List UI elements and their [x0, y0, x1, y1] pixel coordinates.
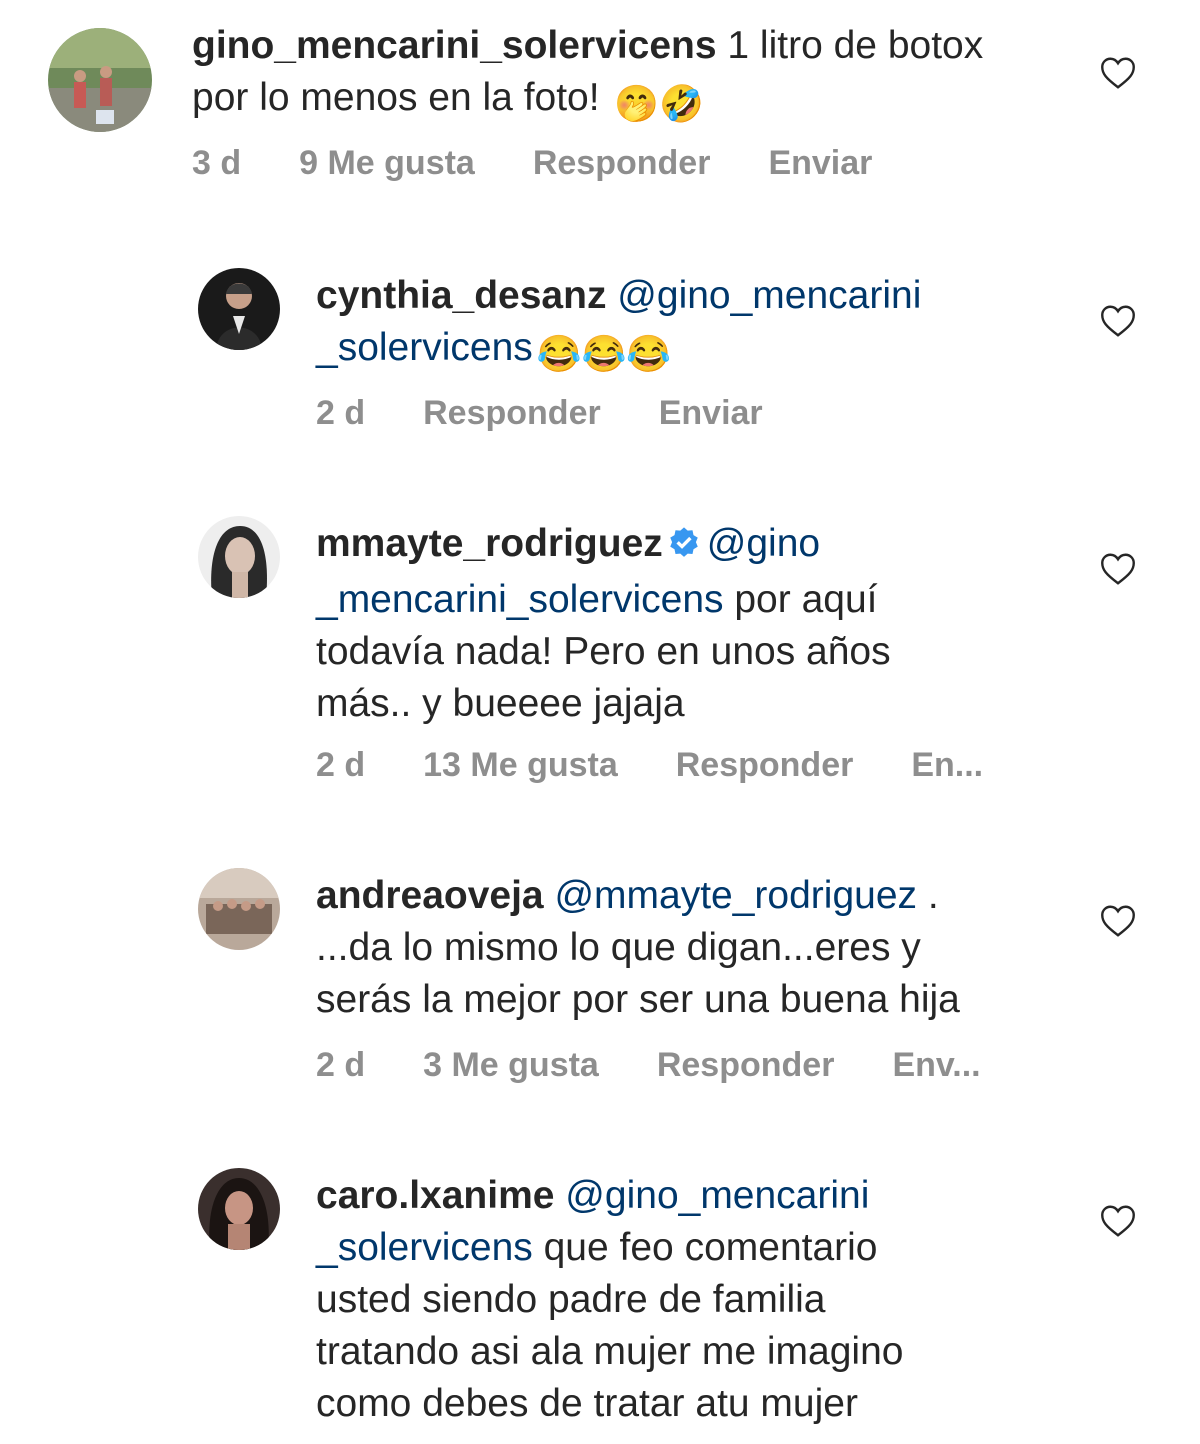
avatar-andreaoveja[interactable] — [198, 868, 280, 950]
comment-body: andreaoveja @mmayte_rodriguez . ...da lo… — [316, 870, 1096, 1026]
comment-body: mmayte_rodriguez @gino _mencarini_solervi… — [316, 518, 1076, 730]
timestamp: 2 d — [316, 746, 366, 784]
timestamp: 3 d — [192, 144, 242, 182]
heart-outline-icon[interactable] — [1100, 904, 1136, 938]
comment-text: por aquí — [723, 578, 878, 621]
avatar-cynthia[interactable] — [198, 268, 280, 350]
send-button[interactable]: Enviar — [659, 394, 763, 432]
comment-body: caro.lxanime @gino_mencarini _solervicen… — [316, 1170, 1076, 1430]
reply-button[interactable]: Responder — [657, 1046, 835, 1084]
comment-text: serás la mejor por ser una buena hija — [316, 978, 960, 1021]
comment-text: 1 litro de botox — [716, 24, 984, 67]
comment-meta: 2 d 13 Me gusta Responder En... — [316, 746, 1041, 785]
send-button[interactable]: En... — [911, 746, 983, 784]
reply-button[interactable]: Responder — [676, 746, 854, 784]
comment-body: cynthia_desanz @gino_mencarini _solervic… — [316, 270, 1076, 380]
comment-text: usted siendo padre de familia — [316, 1278, 826, 1321]
comment-text: . — [917, 874, 939, 917]
mention-link[interactable]: @mmayte_rodriguez — [544, 874, 917, 917]
mention-link[interactable]: _solervicens — [316, 1226, 533, 1269]
timestamp: 2 d — [316, 394, 366, 432]
comment-text: ...da lo mismo lo que digan...eres y — [316, 926, 921, 969]
send-button[interactable]: Enviar — [768, 144, 872, 182]
likes-count[interactable]: 9 Me gusta — [299, 144, 475, 182]
username[interactable]: gino_mencarini_solervicens — [192, 24, 717, 67]
comment-text: por lo menos en la foto! — [192, 76, 611, 119]
reply-button[interactable]: Responder — [533, 144, 711, 182]
mention-link[interactable]: _solervicens — [316, 326, 533, 369]
heart-outline-icon[interactable] — [1100, 56, 1136, 90]
username[interactable]: andreaoveja — [316, 874, 544, 917]
avatar-caro[interactable] — [198, 1168, 280, 1250]
verified-badge-icon — [667, 522, 701, 574]
comment-text: que feo comentario — [532, 1226, 878, 1269]
likes-count[interactable]: 3 Me gusta — [423, 1046, 599, 1084]
username[interactable]: mmayte_rodriguez — [316, 522, 663, 565]
emoji: 🤭🤣 — [614, 83, 705, 124]
reply-button[interactable]: Responder — [423, 394, 601, 432]
mention-link[interactable]: @gino_mencarini — [554, 1174, 869, 1217]
heart-outline-icon[interactable] — [1100, 304, 1136, 338]
timestamp: 2 d — [316, 1046, 366, 1084]
comment-thread: gino_mencarini_solervicens 1 litro de bo… — [0, 0, 1200, 1444]
likes-count[interactable]: 13 Me gusta — [423, 746, 618, 784]
avatar-gino[interactable] — [48, 28, 152, 132]
emoji: 😂😂😂 — [536, 333, 672, 374]
mention-link[interactable]: @gino_mencarini — [606, 274, 921, 317]
comment-text: como debes de tratar atu mujer — [316, 1382, 858, 1425]
comment-meta: 2 d 3 Me gusta Responder Env... — [316, 1046, 1039, 1085]
heart-outline-icon[interactable] — [1100, 1204, 1136, 1238]
comment-body: gino_mencarini_solervicens 1 litro de bo… — [192, 20, 1072, 130]
comment-text: más.. y bueeee jajaja — [316, 682, 685, 725]
comment-text: tratando asi ala mujer me imagino — [316, 1330, 904, 1373]
send-button[interactable]: Env... — [892, 1046, 980, 1084]
mention-link[interactable]: _mencarini_solervicens — [316, 578, 724, 621]
comment-meta: 2 d Responder Enviar — [316, 394, 821, 433]
heart-outline-icon[interactable] — [1100, 552, 1136, 586]
comment-text: todavía nada! Pero en unos años — [316, 630, 891, 673]
username[interactable]: cynthia_desanz — [316, 274, 606, 317]
username[interactable]: caro.lxanime — [316, 1174, 554, 1217]
avatar-mmayte[interactable] — [198, 516, 280, 598]
comment-meta: 3 d 9 Me gusta Responder Enviar — [192, 144, 930, 183]
mention-link[interactable]: @gino — [707, 522, 820, 565]
